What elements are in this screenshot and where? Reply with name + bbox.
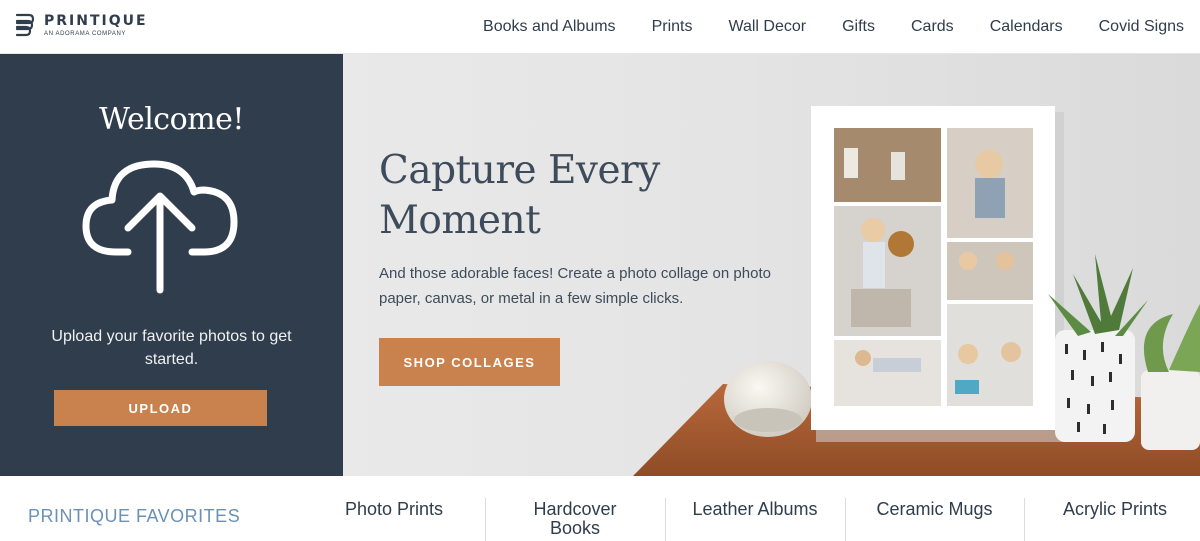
- divider: [845, 498, 846, 541]
- hero-subtitle: And those adorable faces! Create a photo…: [379, 265, 771, 307]
- favorite-acrylic-prints[interactable]: Acrylic Prints: [1045, 500, 1185, 541]
- nav-wall-decor[interactable]: Wall Decor: [728, 18, 806, 36]
- cloud-upload-icon: [82, 160, 238, 294]
- favorite-ceramic-mugs[interactable]: Ceramic Mugs: [862, 500, 1007, 541]
- shop-collages-button[interactable]: SHOP COLLAGES: [379, 338, 560, 386]
- favorite-photo-prints[interactable]: Photo Prints: [330, 500, 458, 541]
- divider: [485, 498, 486, 541]
- divider: [665, 498, 666, 541]
- logo-icon: [15, 13, 35, 37]
- favorites-title: PRINTIQUE FAVORITES: [28, 506, 241, 526]
- logo-subtitle: AN ADORAMA COMPANY: [44, 30, 127, 37]
- site-header: PRINTIQUE AN ADORAMA COMPANY Books and A…: [0, 0, 1200, 54]
- nav-calendars[interactable]: Calendars: [990, 18, 1063, 36]
- welcome-panel: Welcome! Upload your favorite photos to …: [0, 54, 343, 476]
- main-nav: Books and Albums Prints Wall Decor Gifts…: [447, 0, 1184, 54]
- favorite-leather-albums[interactable]: Leather Albums: [680, 500, 830, 541]
- nav-covid-signs[interactable]: Covid Signs: [1099, 18, 1184, 36]
- upload-button[interactable]: UPLOAD: [54, 390, 267, 426]
- nav-gifts[interactable]: Gifts: [842, 18, 875, 36]
- printique-logo[interactable]: PRINTIQUE AN ADORAMA COMPANY: [14, 12, 148, 38]
- welcome-text: Upload your favorite photos to get start…: [51, 328, 292, 368]
- nav-cards[interactable]: Cards: [911, 18, 954, 36]
- hero-banner: Capture Every Moment And those adorable …: [343, 54, 1200, 476]
- favorite-hardcover-books[interactable]: Hardcover Books: [514, 500, 636, 541]
- hero-title: Capture Every Moment: [379, 148, 660, 243]
- nav-prints[interactable]: Prints: [652, 18, 693, 36]
- favorites-bar: PRINTIQUE FAVORITES Photo Prints Hardcov…: [0, 476, 1200, 541]
- logo-name: PRINTIQUE: [44, 12, 148, 29]
- divider: [1024, 498, 1025, 541]
- nav-books-and-albums[interactable]: Books and Albums: [483, 18, 616, 36]
- welcome-title: Welcome!: [99, 102, 244, 137]
